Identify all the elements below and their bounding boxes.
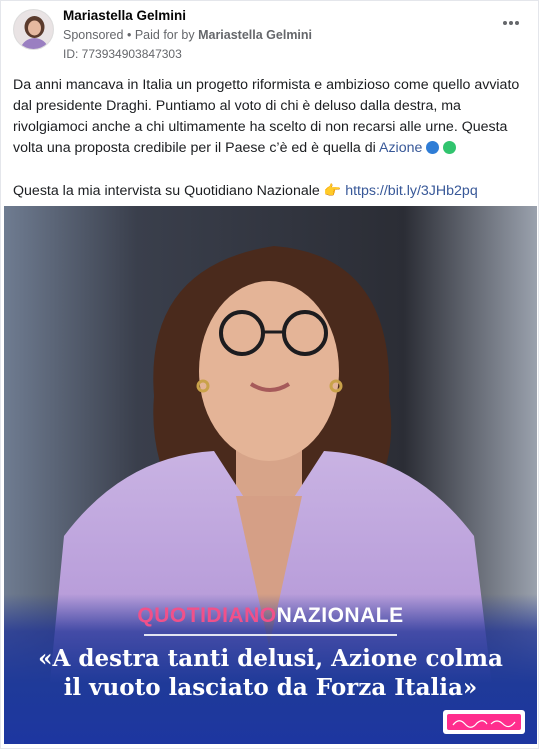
green-circle-emoji-icon (443, 141, 457, 154)
paid-for-prefix: Paid for by (134, 28, 195, 42)
brand-underline (144, 634, 397, 636)
image-headline: «A destra tanti delusi, Azione colma il … (4, 644, 537, 702)
paragraph-2-text: Questa la mia intervista su Quotidiano N… (13, 183, 320, 199)
signature-logo (443, 710, 525, 734)
sponsored-line: Sponsored • Paid for by Mariastella Gelm… (63, 26, 312, 44)
separator-dot: • (126, 28, 132, 42)
post-header: Mariastella Gelmini Sponsored • Paid for… (13, 7, 528, 61)
ad-id: ID: 773934903847303 (63, 47, 182, 61)
more-options-icon[interactable] (500, 15, 522, 31)
headline-line-1: «A destra tanti delusi, Azione colma (38, 645, 503, 672)
post-paragraph-2: Questa la mia intervista su Quotidiano N… (13, 180, 525, 202)
sponsored-label: Sponsored (63, 28, 124, 42)
brand-part-1: QUOTIDIANO (137, 604, 277, 627)
blue-circle-emoji-icon (426, 141, 440, 154)
brand-part-2: NAZIONALE (276, 604, 404, 627)
newspaper-brand: QUOTIDIANONAZIONALE (4, 604, 537, 628)
post-paragraph-1: Da anni mancava in Italia un progetto ri… (13, 75, 525, 159)
paid-for-name[interactable]: Mariastella Gelmini (198, 28, 312, 42)
post-meta: Mariastella Gelmini Sponsored • Paid for… (63, 7, 312, 63)
paragraph-spacer (13, 159, 525, 180)
sponsored-post-card: Mariastella Gelmini Sponsored • Paid for… (0, 0, 539, 749)
author-name[interactable]: Mariastella Gelmini (63, 7, 312, 25)
pointing-hand-emoji-icon: 👉 (323, 182, 342, 198)
post-body: Da anni mancava in Italia un progetto ri… (13, 75, 525, 202)
author-avatar[interactable] (13, 9, 54, 50)
headline-line-2: il vuoto lasciato da Forza Italia» (63, 674, 478, 701)
post-image[interactable]: QUOTIDIANONAZIONALE «A destra tanti delu… (4, 206, 537, 744)
azione-link[interactable]: Azione (379, 140, 422, 156)
signature-logo-box (447, 714, 521, 730)
article-link[interactable]: https://bit.ly/3JHb2pq (345, 183, 478, 199)
